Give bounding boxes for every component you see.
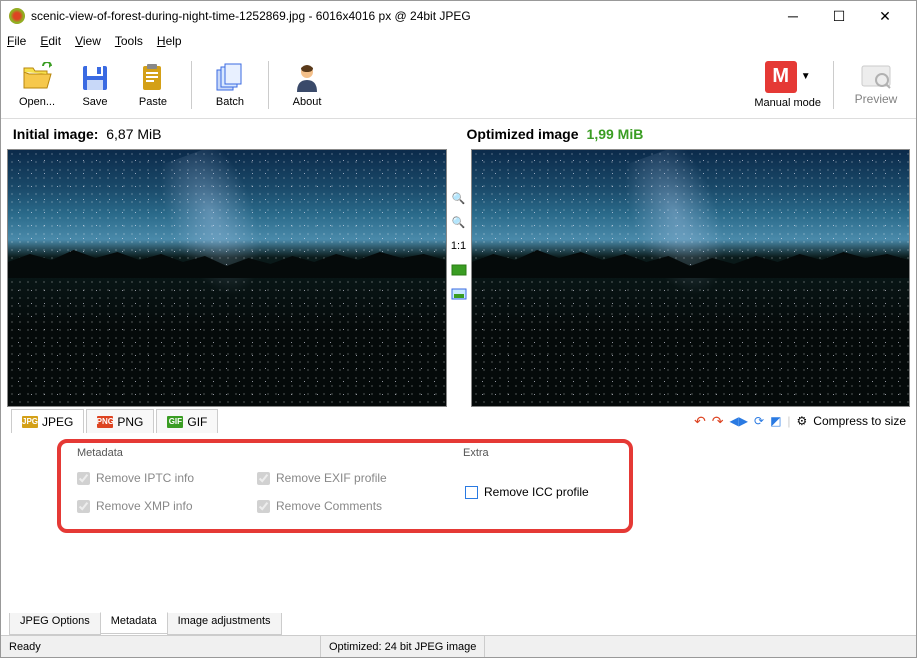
- save-icon: [79, 62, 111, 94]
- separator: [833, 61, 834, 109]
- batch-icon: [214, 62, 246, 94]
- rotate-icon[interactable]: ⟳: [754, 414, 764, 428]
- close-button[interactable]: ✕: [862, 1, 908, 31]
- jpeg-icon: JPG: [22, 416, 38, 428]
- paste-button[interactable]: Paste: [127, 62, 179, 108]
- thumbnail-icon[interactable]: [450, 285, 468, 303]
- gif-icon: GIF: [167, 416, 183, 428]
- flip-h-icon[interactable]: ◀▶: [730, 414, 748, 428]
- about-icon: [291, 62, 323, 94]
- format-tabs-row: JPGJPEG PNGPNG GIFGIF ↶ ↷ ◀▶ ⟳ ◩ | ⚙ Com…: [1, 407, 916, 435]
- titlebar: scenic-view-of-forest-during-night-time-…: [1, 1, 916, 31]
- batch-button[interactable]: Batch: [204, 62, 256, 108]
- options-panel: Metadata Remove IPTC info Remove EXIF pr…: [1, 435, 916, 611]
- remove-iptc-checkbox: Remove IPTC info: [77, 471, 247, 485]
- metadata-group: Metadata Remove IPTC info Remove EXIF pr…: [69, 445, 435, 521]
- menu-view[interactable]: View: [75, 34, 101, 48]
- tab-jpeg-options[interactable]: JPEG Options: [9, 613, 101, 635]
- png-icon: PNG: [97, 416, 113, 428]
- remove-xmp-checkbox: Remove XMP info: [77, 499, 247, 513]
- fit-icon[interactable]: [450, 261, 468, 279]
- preview-icon: [860, 64, 892, 92]
- initial-image-info: Initial image: 6,87 MiB: [1, 126, 459, 142]
- zoom-out-icon[interactable]: 🔍: [450, 213, 468, 231]
- bottom-tabs: JPEG Options Metadata Image adjustments: [1, 611, 916, 635]
- status-ready: Ready: [1, 636, 321, 657]
- remove-exif-checkbox: Remove EXIF profile: [257, 471, 427, 485]
- menu-edit[interactable]: Edit: [40, 34, 61, 48]
- menu-help[interactable]: Help: [157, 34, 182, 48]
- crop-icon[interactable]: ◩: [770, 414, 781, 428]
- undo-icon[interactable]: ↶: [694, 413, 706, 430]
- tab-metadata[interactable]: Metadata: [100, 612, 168, 634]
- status-optimized: Optimized: 24 bit JPEG image: [321, 636, 485, 657]
- separator: [191, 61, 192, 109]
- about-button[interactable]: About: [281, 62, 333, 108]
- zoom-in-icon[interactable]: 🔍: [450, 189, 468, 207]
- save-button[interactable]: Save: [69, 62, 121, 108]
- maximize-button[interactable]: ☐: [816, 1, 862, 31]
- mode-selector[interactable]: M ▼ Manual mode: [754, 61, 821, 109]
- tab-jpeg[interactable]: JPGJPEG: [11, 409, 84, 433]
- app-icon: [9, 8, 25, 24]
- window-title: scenic-view-of-forest-during-night-time-…: [31, 9, 770, 23]
- preview-button[interactable]: Preview: [846, 64, 906, 106]
- zoom-tools: 🔍 🔍 1:1: [447, 149, 471, 407]
- minimize-button[interactable]: ─: [770, 1, 816, 31]
- paste-icon: [137, 62, 169, 94]
- compress-to-size-button[interactable]: Compress to size: [813, 414, 906, 428]
- manual-mode-icon: M: [765, 61, 797, 93]
- optimized-image-info: Optimized image1,99 MiB: [459, 126, 917, 142]
- window-controls: ─ ☐ ✕: [770, 1, 908, 31]
- open-button[interactable]: Open...: [11, 62, 63, 108]
- info-row: Initial image: 6,87 MiB Optimized image1…: [1, 119, 916, 149]
- open-icon: [21, 62, 53, 94]
- remove-icc-checkbox[interactable]: Remove ICC profile: [465, 485, 589, 499]
- tab-image-adjustments[interactable]: Image adjustments: [167, 613, 282, 635]
- tab-png[interactable]: PNGPNG: [86, 409, 154, 433]
- tab-gif[interactable]: GIFGIF: [156, 409, 218, 433]
- separator: |: [787, 414, 790, 428]
- initial-image-panel[interactable]: [7, 149, 447, 407]
- separator: [268, 61, 269, 109]
- remove-comments-checkbox: Remove Comments: [257, 499, 427, 513]
- image-compare-area: 🔍 🔍 1:1: [1, 149, 916, 407]
- menu-tools[interactable]: Tools: [115, 34, 143, 48]
- optimized-image-panel[interactable]: [471, 149, 911, 407]
- gear-icon[interactable]: ⚙: [797, 414, 808, 428]
- app-window: scenic-view-of-forest-during-night-time-…: [0, 0, 917, 658]
- extra-group: Extra Remove ICC profile: [455, 445, 599, 521]
- toolbar: Open... Save Paste Batch About M ▼ Manua…: [1, 51, 916, 119]
- menubar: File Edit View Tools Help: [1, 31, 916, 51]
- statusbar: Ready Optimized: 24 bit JPEG image: [1, 635, 916, 657]
- menu-file[interactable]: File: [7, 34, 26, 48]
- chevron-down-icon[interactable]: ▼: [801, 71, 811, 82]
- redo-icon[interactable]: ↷: [712, 413, 724, 430]
- zoom-1-1[interactable]: 1:1: [450, 237, 468, 255]
- right-tools: ↶ ↷ ◀▶ ⟳ ◩ | ⚙ Compress to size: [694, 413, 906, 430]
